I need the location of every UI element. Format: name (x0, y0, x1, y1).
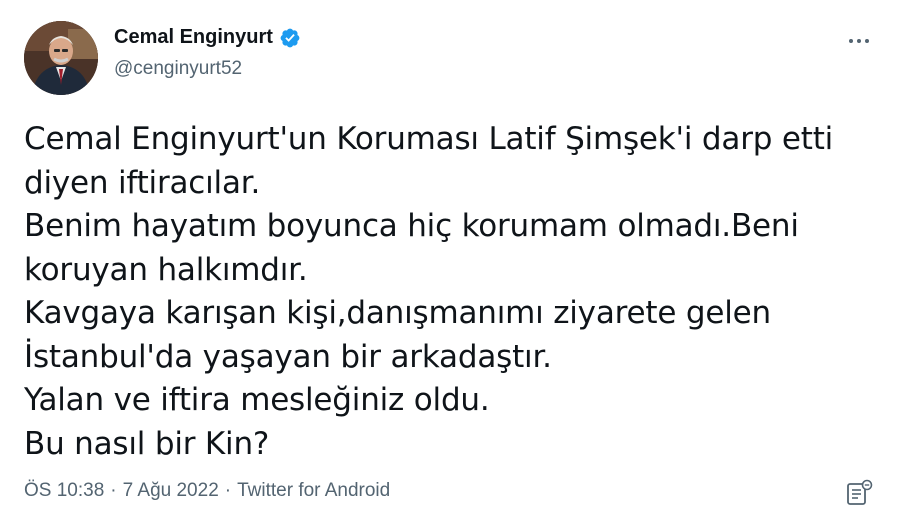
tweet-date[interactable]: 7 Ağu 2022 (123, 480, 219, 502)
tweet-line: Bu nasıl bir Kin? (24, 425, 270, 462)
meta-separator: · (110, 480, 117, 501)
tweet-line: koruyan halkımdır. (24, 251, 308, 288)
avatar-image (24, 21, 98, 95)
tweet-analytics-icon[interactable] (845, 478, 875, 508)
author-name-row[interactable]: Cemal Enginyurt (114, 26, 301, 49)
tweet-line: Kavgaya karışan kişi,danışmanımı ziyaret… (24, 295, 771, 331)
author-display-name[interactable]: Cemal Enginyurt (114, 26, 273, 49)
tweet-line: İstanbul'da yaşayan bir arkadaştır. (24, 338, 552, 375)
more-options-icon[interactable] (842, 28, 876, 54)
avatar[interactable] (24, 21, 98, 95)
tweet-line: Yalan ve iftira mesleğiniz oldu. (24, 382, 490, 418)
meta-separator: · (224, 480, 232, 501)
tweet-text: Cemal Enginyurt'un Koruması Latif Şimşek… (24, 118, 884, 466)
tweet-metadata: ÖS 10:38 · 7 Ağu 2022 · Twitter for Andr… (24, 480, 390, 502)
tweet-line: diyen iftiracılar. (24, 164, 261, 201)
tweet-line: Cemal Enginyurt'un Koruması Latif Şimşek… (24, 121, 834, 157)
tweet-source[interactable]: Twitter for Android (237, 480, 390, 502)
verified-badge-icon (280, 28, 300, 47)
author-handle[interactable]: @cenginyurt52 (114, 58, 242, 80)
tweet-time[interactable]: ÖS 10:38 (24, 480, 104, 502)
tweet-line: Benim hayatım boyunca hiç korumam olmadı… (24, 208, 799, 244)
